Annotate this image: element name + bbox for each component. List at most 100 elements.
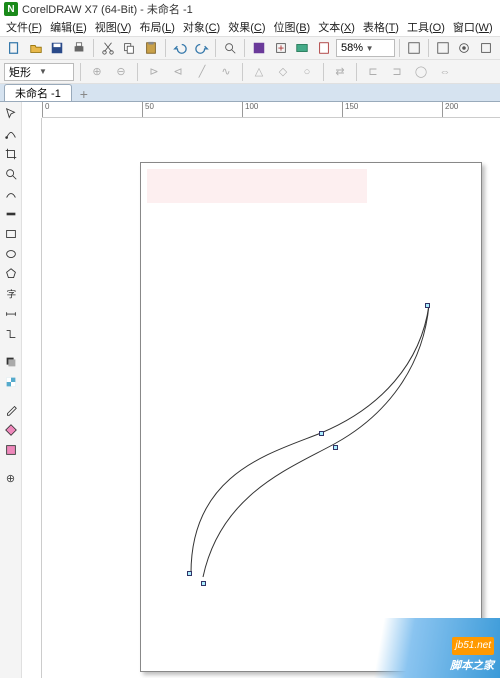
menu-file[interactable]: 文件(F) — [6, 19, 42, 35]
cusp-node-button[interactable]: △ — [249, 62, 269, 82]
toolbar-separator — [323, 63, 324, 81]
extract-button[interactable]: ⊐ — [387, 62, 407, 82]
tab-label: 未命名 -1 — [15, 85, 61, 101]
watermark: jb51.net 脚本之家 — [350, 618, 500, 678]
snap-button[interactable] — [404, 38, 424, 58]
smart-fill-tool[interactable] — [1, 440, 21, 460]
menu-tools[interactable]: 工具(O) — [407, 19, 445, 35]
ellipse-tool[interactable] — [1, 244, 21, 264]
launch-button[interactable] — [455, 38, 475, 58]
zoom-tool[interactable] — [1, 164, 21, 184]
toolbar-separator — [428, 39, 429, 57]
menu-window[interactable]: 窗口(W) — [453, 19, 493, 35]
fill-tool[interactable] — [1, 420, 21, 440]
ruler-tick: 50 — [142, 102, 154, 117]
help-button[interactable] — [476, 38, 496, 58]
print-button[interactable] — [69, 38, 89, 58]
curve-node[interactable] — [333, 445, 338, 450]
smooth-node-button[interactable]: ◇ — [273, 62, 293, 82]
menu-view[interactable]: 视图(V) — [95, 19, 132, 35]
page[interactable] — [140, 162, 482, 672]
curve-node[interactable] — [319, 431, 324, 436]
transparency-tool[interactable] — [1, 372, 21, 392]
new-button[interactable] — [4, 38, 24, 58]
menu-bitmap[interactable]: 位图(B) — [274, 19, 311, 35]
zoom-value: 58% — [341, 42, 366, 54]
watermark-label: 脚本之家 — [450, 660, 494, 672]
freehand-tool[interactable] — [1, 184, 21, 204]
undo-button[interactable] — [170, 38, 190, 58]
menu-layout[interactable]: 布局(L) — [139, 19, 174, 35]
ruler-tick: 100 — [242, 102, 258, 117]
search-button[interactable] — [220, 38, 240, 58]
add-tab-button[interactable]: + — [76, 87, 92, 101]
import-button[interactable] — [249, 38, 269, 58]
standard-toolbar: 58% ▼ — [0, 36, 500, 60]
cut-button[interactable] — [98, 38, 118, 58]
publish-pdf-button[interactable] — [314, 38, 334, 58]
app-logo: N — [4, 2, 18, 16]
reverse-button[interactable]: ⇄ — [330, 62, 350, 82]
ruler-horizontal: 0 50 100 150 200 — [42, 102, 500, 118]
join-nodes-button[interactable]: ⊳ — [144, 62, 164, 82]
workspace: 字 ⊕ 0 50 100 150 200 — [0, 102, 500, 678]
artistic-media-tool[interactable] — [1, 204, 21, 224]
crop-tool[interactable] — [1, 144, 21, 164]
document-tab[interactable]: 未命名 -1 — [4, 84, 72, 101]
toolbar-separator — [242, 63, 243, 81]
menu-table[interactable]: 表格(T) — [363, 19, 399, 35]
zoom-dropdown[interactable]: 58% ▼ — [336, 39, 395, 57]
toolbar-separator — [80, 63, 81, 81]
add-node-button[interactable]: ⊕ — [87, 62, 107, 82]
shape-dropdown[interactable]: 矩形 ▼ — [4, 63, 74, 81]
stretch-button[interactable]: ⇔ — [435, 62, 455, 82]
save-button[interactable] — [47, 38, 67, 58]
paste-button[interactable] — [141, 38, 161, 58]
delete-node-button[interactable]: ⊖ — [111, 62, 131, 82]
pick-tool[interactable] — [1, 104, 21, 124]
menu-object[interactable]: 对象(C) — [183, 19, 220, 35]
to-curve-button[interactable]: ∿ — [216, 62, 236, 82]
title-bar: N CorelDRAW X7 (64-Bit) - 未命名 -1 — [0, 0, 500, 18]
shape-tool[interactable] — [1, 124, 21, 144]
break-node-button[interactable]: ⊲ — [168, 62, 188, 82]
menu-text[interactable]: 文本(X) — [318, 19, 355, 35]
toolbar-separator — [356, 63, 357, 81]
curve-node[interactable] — [425, 303, 430, 308]
menu-edit[interactable]: 编辑(E) — [50, 19, 87, 35]
menu-effect[interactable]: 效果(C) — [228, 19, 265, 35]
ruler-tick: 0 — [42, 102, 49, 117]
connector-tool[interactable] — [1, 324, 21, 344]
publish-button[interactable] — [293, 38, 313, 58]
symmetric-node-button[interactable]: ○ — [297, 62, 317, 82]
expand-toolbox-button[interactable]: ⊕ — [1, 468, 21, 488]
toolbar-separator — [93, 39, 94, 57]
close-curve-button[interactable]: ◯ — [411, 62, 431, 82]
text-tool[interactable]: 字 — [1, 284, 21, 304]
export-button[interactable] — [271, 38, 291, 58]
toolbox: 字 ⊕ — [0, 102, 22, 678]
chevron-down-icon: ▼ — [366, 44, 391, 53]
canvas-area[interactable]: 0 50 100 150 200 — [22, 102, 500, 678]
drop-shadow-tool[interactable] — [1, 352, 21, 372]
extend-button[interactable]: ⊏ — [363, 62, 383, 82]
property-bar: 矩形 ▼ ⊕ ⊖ ⊳ ⊲ ╱ ∿ △ ◇ ○ ⇄ ⊏ ⊐ ◯ ⇔ — [0, 60, 500, 84]
curve-node[interactable] — [187, 571, 192, 576]
copy-button[interactable] — [120, 38, 140, 58]
polygon-tool[interactable] — [1, 264, 21, 284]
shape-value: 矩形 — [9, 64, 39, 80]
redo-button[interactable] — [192, 38, 212, 58]
eyedropper-tool[interactable] — [1, 400, 21, 420]
parallel-dim-tool[interactable] — [1, 304, 21, 324]
rectangle-tool[interactable] — [1, 224, 21, 244]
to-line-button[interactable]: ╱ — [192, 62, 212, 82]
options-button[interactable] — [433, 38, 453, 58]
watermark-text: jb51.net 脚本之家 — [450, 636, 494, 674]
toolbar-separator — [137, 63, 138, 81]
open-button[interactable] — [26, 38, 46, 58]
curve-node[interactable] — [201, 581, 206, 586]
curve-object[interactable] — [161, 293, 461, 593]
ruler-tick: 150 — [342, 102, 358, 117]
chevron-down-icon: ▼ — [39, 67, 69, 76]
ruler-vertical — [22, 118, 42, 678]
